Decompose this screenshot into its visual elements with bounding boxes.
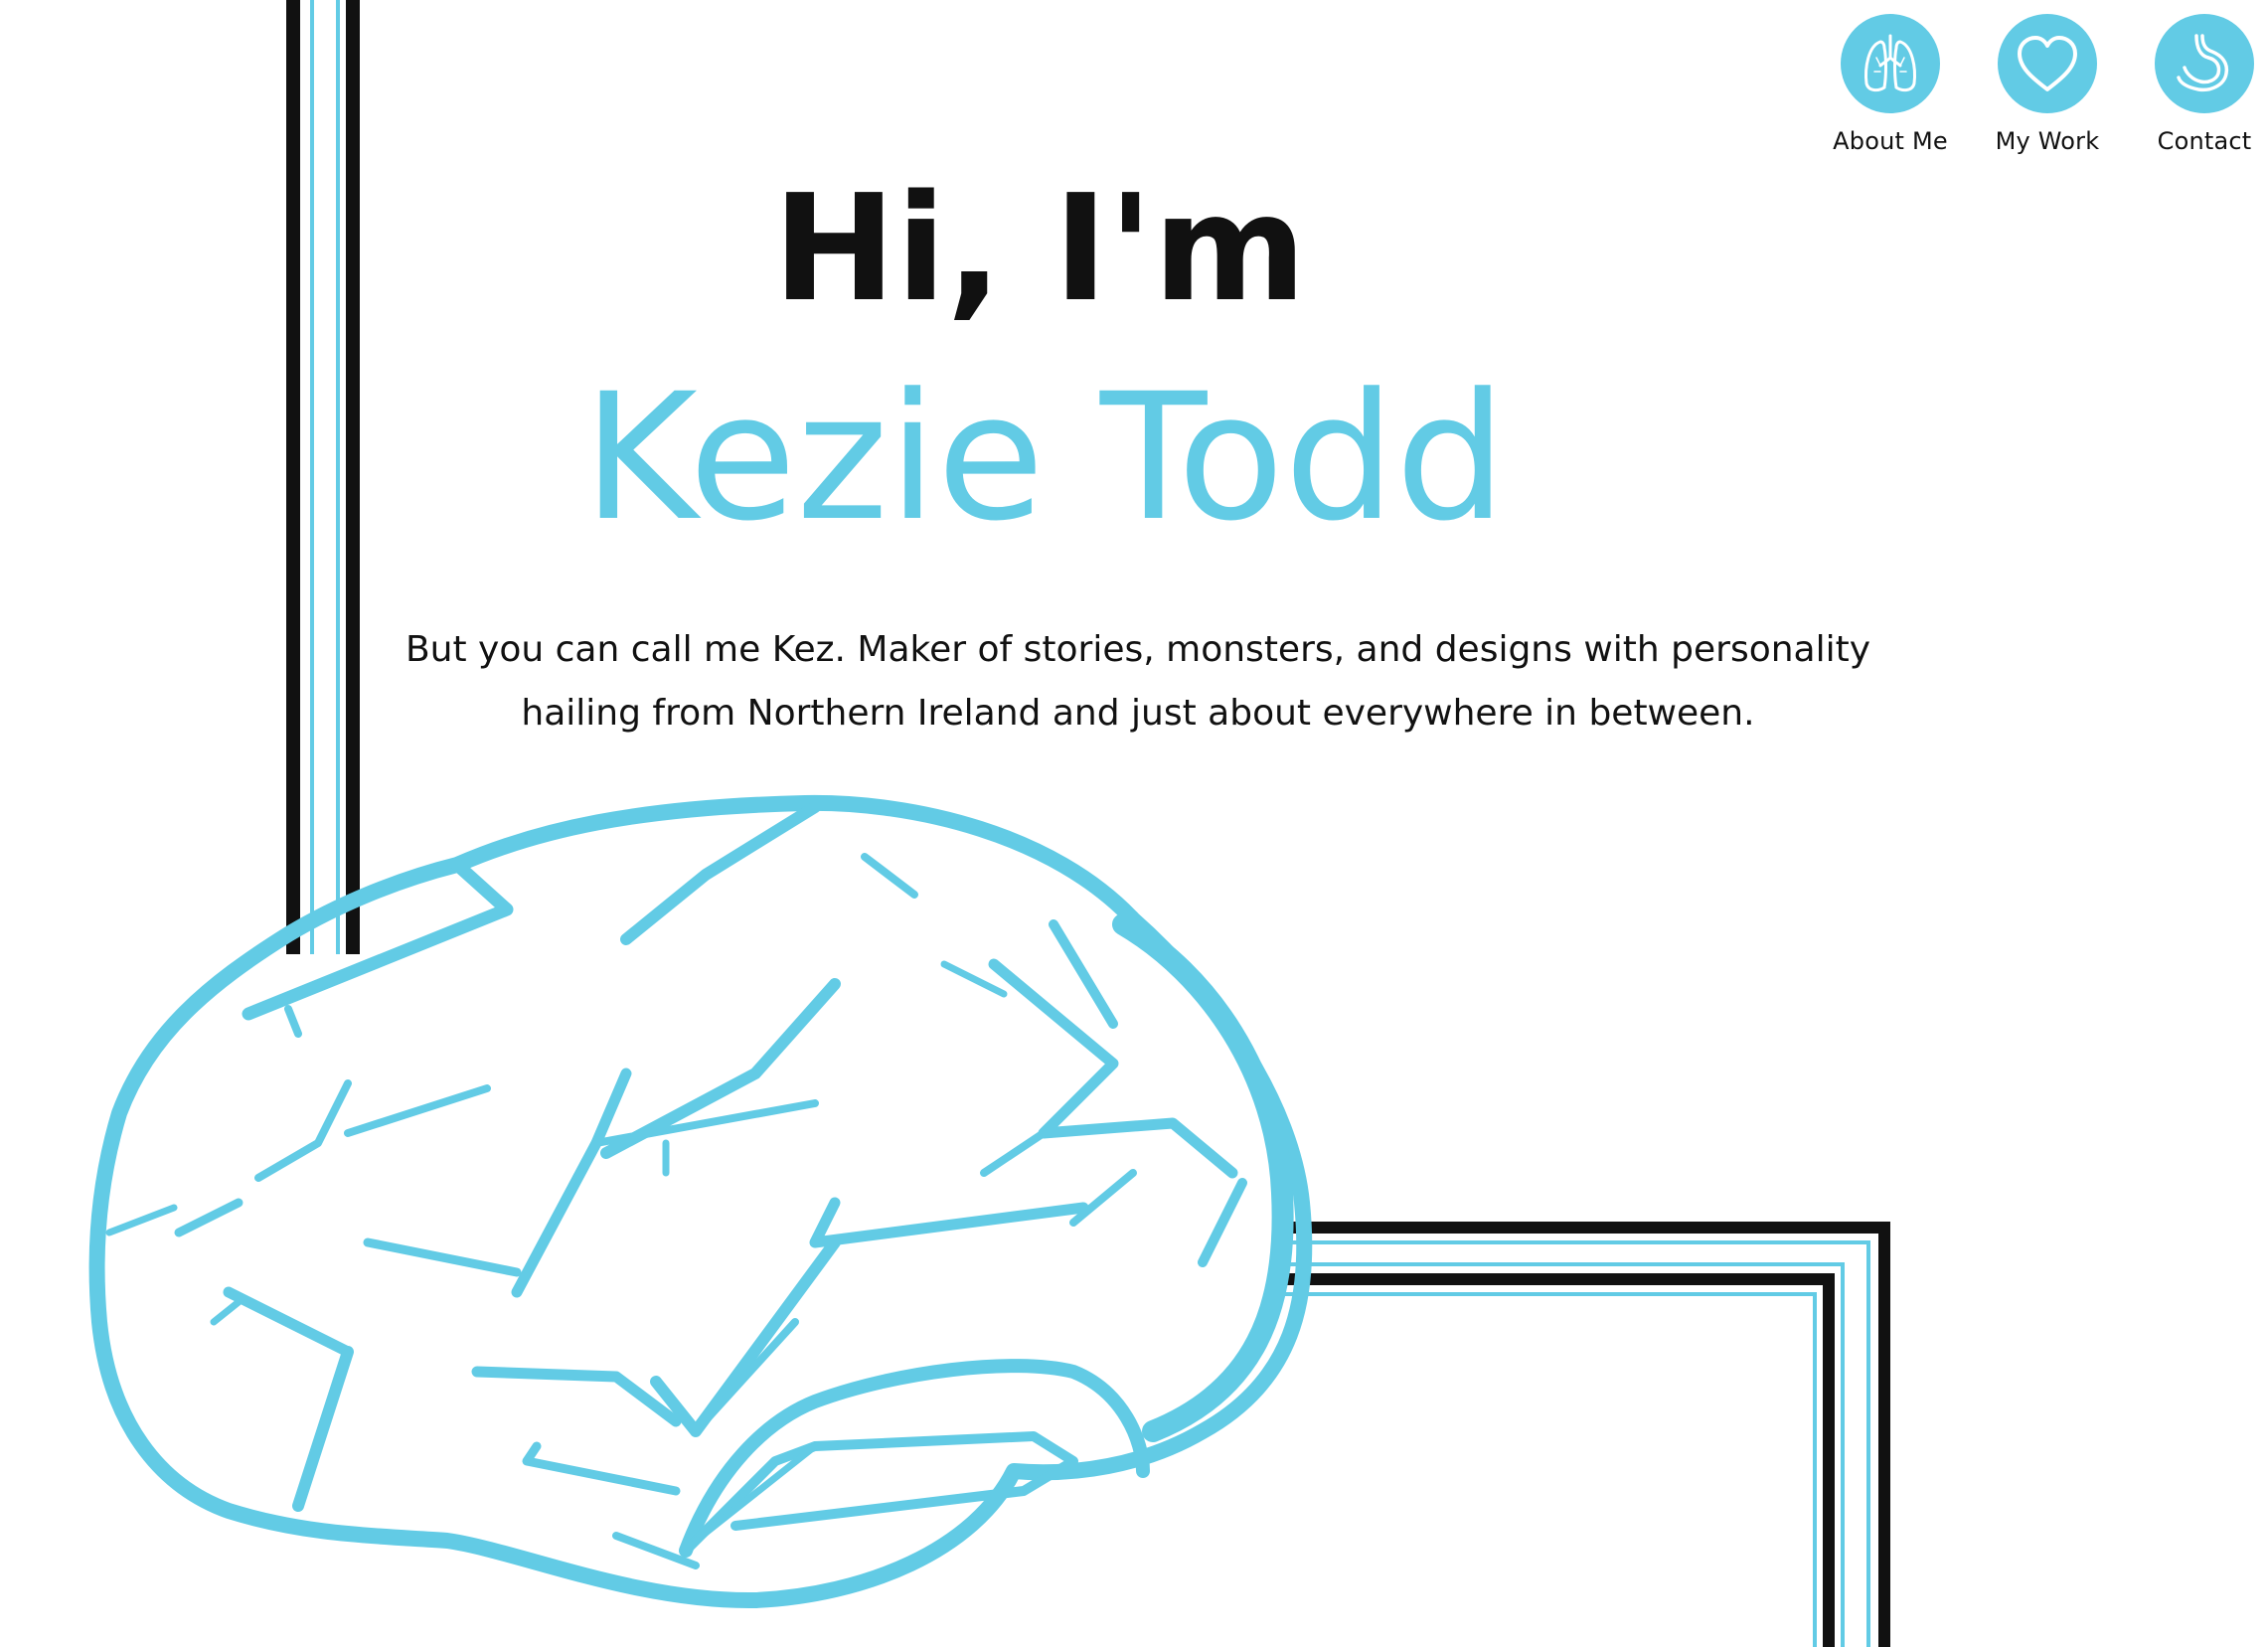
main-nav: About Me My Work Contact (1833, 14, 2256, 155)
hero-tagline-line2: hailing from Northern Ireland and just a… (521, 693, 1755, 734)
hero-name: Kezie Todd (0, 364, 2268, 553)
nav-my-work-label[interactable]: My Work (1996, 127, 2100, 155)
stomach-icon (2177, 34, 2229, 92)
nav-about-me[interactable]: About Me (1833, 14, 1948, 155)
hero-name-text: Kezie Todd (582, 356, 1507, 560)
nav-contact-label[interactable]: Contact (2158, 127, 2252, 155)
lungs-icon (1864, 34, 1916, 92)
nav-contact[interactable]: Contact (2153, 14, 2256, 155)
hero-tagline-line1: But you can call me Kez. Maker of storie… (405, 629, 1871, 670)
hero-tagline: But you can call me Kez. Maker of storie… (378, 618, 1898, 745)
nav-my-work-circle[interactable] (1998, 14, 2097, 113)
hero-greeting-text: Hi, I'm (772, 163, 1307, 334)
nav-about-me-label[interactable]: About Me (1833, 127, 1948, 155)
hero-greeting: Hi, I'm (0, 169, 2268, 328)
nav-contact-circle[interactable] (2155, 14, 2254, 113)
heart-icon (2018, 36, 2077, 91)
nav-my-work[interactable]: My Work (1996, 14, 2099, 155)
nav-about-me-circle[interactable] (1841, 14, 1940, 113)
